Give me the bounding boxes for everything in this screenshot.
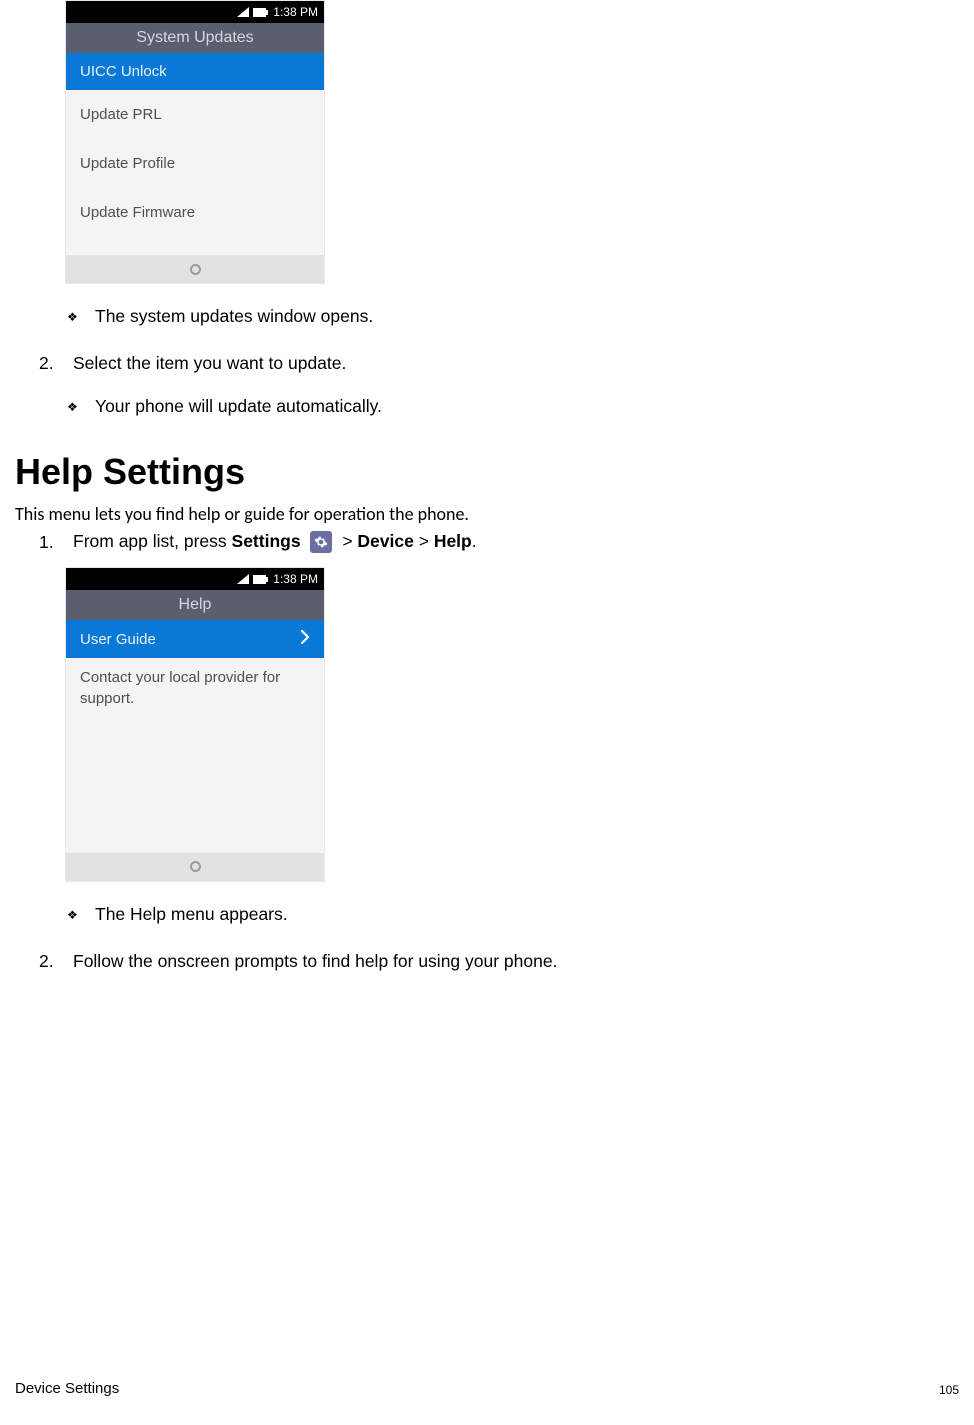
option-label: UICC Unlock xyxy=(80,63,167,80)
step-number: 2. xyxy=(39,353,73,374)
status-bar: 1:38 PM xyxy=(66,1,324,23)
bullet-help-appears: ❖ The Help menu appears. xyxy=(67,904,959,925)
nav-bar xyxy=(66,255,324,283)
bullet-update-auto: ❖ Your phone will update automatically. xyxy=(67,396,959,417)
step-number: 1. xyxy=(39,532,73,553)
phone-screenshot-help: 1:38 PM Help User Guide Contact your loc… xyxy=(65,567,325,882)
option-user-guide[interactable]: User Guide xyxy=(66,620,324,658)
status-time: 1:38 PM xyxy=(273,572,318,586)
option-update-profile[interactable]: Update Profile xyxy=(66,139,324,188)
page-footer: Device Settings 105 xyxy=(15,1380,959,1397)
home-icon[interactable] xyxy=(190,861,201,872)
bullet-text: The system updates window opens. xyxy=(95,306,373,327)
home-icon[interactable] xyxy=(190,264,201,275)
footer-page-number: 105 xyxy=(939,1380,959,1397)
help-label: Help xyxy=(434,531,472,551)
battery-icon xyxy=(253,575,269,584)
option-update-firmware[interactable]: Update Firmware xyxy=(66,188,324,237)
option-uicc-unlock[interactable]: UICC Unlock xyxy=(66,53,324,90)
bullet-system-updates-opens: ❖ The system updates window opens. xyxy=(67,306,959,327)
blank-area xyxy=(66,237,324,255)
signal-icon xyxy=(237,574,249,584)
step-2-follow-prompts: 2. Follow the onscreen prompts to find h… xyxy=(39,951,959,972)
diamond-bullet-icon: ❖ xyxy=(67,396,95,417)
option-update-prl[interactable]: Update PRL xyxy=(66,90,324,139)
step-1-open-help: 1. From app list, press Settings > Devic… xyxy=(39,531,959,553)
screen-title: System Updates xyxy=(66,23,324,53)
blank-area xyxy=(66,713,324,853)
contact-provider-text: Contact your local provider for support. xyxy=(66,658,324,713)
sep: > xyxy=(414,531,434,551)
option-label: User Guide xyxy=(80,631,156,648)
diamond-bullet-icon: ❖ xyxy=(67,904,95,925)
phone-screenshot-system-updates: 1:38 PM System Updates UICC Unlock Updat… xyxy=(65,0,325,284)
status-bar: 1:38 PM xyxy=(66,568,324,590)
device-label: Device xyxy=(357,531,413,551)
option-label: Update Firmware xyxy=(80,204,195,221)
option-label: Update PRL xyxy=(80,106,162,123)
diamond-bullet-icon: ❖ xyxy=(67,306,95,327)
screen-title: Help xyxy=(66,590,324,620)
step-2-select-item: 2. Select the item you want to update. xyxy=(39,353,959,374)
footer-section: Device Settings xyxy=(15,1380,119,1397)
chevron-right-icon xyxy=(301,630,310,648)
option-label: Update Profile xyxy=(80,155,175,172)
step-prefix: From app list, press xyxy=(73,531,232,551)
signal-icon xyxy=(237,7,249,17)
sep: > xyxy=(342,531,357,551)
heading-help-settings: Help Settings xyxy=(15,451,959,493)
bullet-text: The Help menu appears. xyxy=(95,904,288,925)
step-text: From app list, press Settings > Device >… xyxy=(73,531,477,553)
step-text: Follow the onscreen prompts to find help… xyxy=(73,951,557,972)
settings-label: Settings xyxy=(232,531,301,551)
step-number: 2. xyxy=(39,951,73,972)
step-text: Select the item you want to update. xyxy=(73,353,346,374)
nav-bar xyxy=(66,853,324,881)
status-time: 1:38 PM xyxy=(273,5,318,19)
settings-gear-icon xyxy=(310,531,332,553)
period: . xyxy=(472,531,477,551)
battery-icon xyxy=(253,8,269,17)
bullet-text: Your phone will update automatically. xyxy=(95,396,382,417)
intro-text: This menu lets you find help or guide fo… xyxy=(15,503,959,525)
